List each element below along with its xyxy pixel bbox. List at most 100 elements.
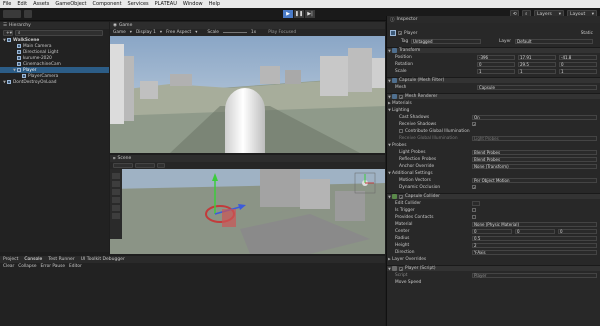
- receive-gi-dropdown[interactable]: Light Probes: [472, 135, 597, 141]
- menu-gameobject[interactable]: GameObject: [55, 1, 86, 7]
- script-field[interactable]: Player: [472, 272, 597, 278]
- tag-dropdown[interactable]: Untagged: [411, 38, 481, 44]
- radius-field[interactable]: 0.5: [472, 235, 597, 241]
- game-tab[interactable]: ◉ Game: [110, 22, 385, 29]
- materials-row[interactable]: ▶ Materials: [387, 100, 600, 106]
- editor-dropdown[interactable]: Editor: [69, 264, 82, 269]
- play-button[interactable]: ▶: [283, 10, 293, 18]
- scale-x-field[interactable]: 1: [477, 68, 515, 74]
- lighting-row[interactable]: ▼ Lighting: [387, 107, 600, 113]
- mesh-filter-header[interactable]: ▼ Capsule (Mesh Filter): [387, 77, 600, 83]
- inspector-tab[interactable]: ⓘ Inspector: [387, 16, 600, 23]
- motion-vectors-dropdown[interactable]: Per Object Motion: [472, 177, 597, 183]
- active-checkbox[interactable]: ✓: [398, 31, 402, 36]
- script-icon: [392, 266, 397, 271]
- scene-viewport[interactable]: [110, 169, 385, 254]
- anchor-override-field[interactable]: None (Transform): [472, 163, 597, 169]
- scene-tab[interactable]: ⌗ Scene: [110, 155, 385, 162]
- receive-shadows-checkbox[interactable]: ✓: [472, 122, 476, 127]
- menu-help[interactable]: Help: [209, 1, 220, 7]
- center-x-field[interactable]: 0: [472, 228, 512, 234]
- hierarchy-item[interactable]: ▼ DontDestroyOnLoad: [0, 79, 109, 85]
- tab-project[interactable]: Project: [3, 257, 18, 262]
- global-dropdown[interactable]: [135, 163, 155, 168]
- tab-test-runner[interactable]: Test Runner: [48, 257, 74, 262]
- menu-file[interactable]: File: [3, 1, 11, 7]
- position-z-field[interactable]: -41.8: [559, 54, 597, 60]
- direction-dropdown[interactable]: Y-Axis: [472, 249, 597, 255]
- position-x-field[interactable]: -396: [477, 54, 515, 60]
- object-name-field[interactable]: Player: [404, 31, 417, 36]
- step-button[interactable]: ▶|: [305, 10, 315, 18]
- cast-shadows-dropdown[interactable]: On: [472, 114, 597, 120]
- menu-edit[interactable]: Edit: [17, 1, 27, 7]
- scale-y-field[interactable]: 1: [518, 68, 556, 74]
- menu-plateau[interactable]: PLATEAU: [155, 1, 177, 7]
- mesh-renderer-icon: [392, 94, 397, 99]
- center-z-field[interactable]: 0: [558, 228, 597, 234]
- grid-snap-icon[interactable]: [157, 163, 165, 168]
- rotation-x-field[interactable]: 0: [477, 61, 515, 67]
- height-row: Height 2: [387, 242, 600, 248]
- mesh-field[interactable]: Capsule: [477, 84, 597, 90]
- scene-toolbar: [110, 162, 385, 169]
- pause-button[interactable]: ❚❚: [294, 10, 304, 18]
- cloud-icon[interactable]: [24, 10, 32, 18]
- display-dropdown[interactable]: Display 1: [136, 30, 156, 35]
- mesh-renderer-header[interactable]: ▼ ✓ Mesh Renderer: [387, 93, 600, 100]
- rotation-z-field[interactable]: 0: [559, 61, 597, 67]
- player-script-checkbox[interactable]: ✓: [399, 266, 403, 272]
- layer-dropdown[interactable]: Default: [515, 38, 593, 44]
- layer-overrides-row[interactable]: ▶ Layer Overrides: [387, 256, 600, 262]
- player-script-header[interactable]: ▼ ✓ Player (Script): [387, 265, 600, 272]
- is-trigger-checkbox[interactable]: [472, 208, 476, 212]
- game-mode-dropdown[interactable]: Game: [113, 30, 126, 35]
- dynamic-occlusion-label: Dynamic Occlusion: [399, 184, 441, 190]
- probes-row[interactable]: ▼ Probes: [387, 142, 600, 148]
- additional-settings-row[interactable]: ▼ Additional Settings: [387, 170, 600, 176]
- gameobject-icon: [22, 74, 26, 78]
- hierarchy-tab[interactable]: ☰ Hierarchy: [0, 22, 109, 29]
- dynamic-occlusion-checkbox[interactable]: ✓: [472, 185, 476, 190]
- pivot-dropdown[interactable]: [113, 163, 133, 168]
- provides-contacts-checkbox[interactable]: [472, 215, 476, 219]
- menu-window[interactable]: Window: [183, 1, 203, 7]
- game-viewport[interactable]: [110, 36, 385, 153]
- edit-collider-button[interactable]: [472, 200, 480, 206]
- capsule-collider-header[interactable]: ▼ ✓ Capsule Collider: [387, 193, 600, 200]
- hierarchy-search-input[interactable]: ⌕: [15, 30, 103, 36]
- error-pause-button[interactable]: Error Pause: [41, 264, 65, 269]
- scale-z-field[interactable]: 1: [559, 68, 597, 74]
- account-button[interactable]: [3, 10, 21, 18]
- height-field[interactable]: 2: [472, 242, 597, 248]
- contribute-gi-checkbox[interactable]: [399, 129, 403, 133]
- hierarchy-item-label: Main Camera: [23, 43, 52, 49]
- radius-label: Radius: [395, 235, 410, 241]
- menu-services[interactable]: Services: [128, 1, 149, 7]
- probes-label: Probes: [392, 142, 407, 148]
- clear-button[interactable]: Clear: [3, 264, 14, 269]
- mesh-filter-icon: [392, 78, 397, 83]
- center-y-field[interactable]: 0: [515, 228, 555, 234]
- collapse-button[interactable]: Collapse: [18, 264, 36, 269]
- transform-header[interactable]: ▼ Transform: [387, 47, 600, 53]
- static-toggle[interactable]: Static: [581, 31, 593, 36]
- capsule-collider-checkbox[interactable]: ✓: [399, 194, 403, 200]
- tab-ui-toolkit-debugger[interactable]: UI Toolkit Debugger: [81, 257, 125, 262]
- chevron-down-icon: ▾: [129, 30, 132, 35]
- menu-component[interactable]: Component: [93, 1, 122, 7]
- mesh-renderer-checkbox[interactable]: ✓: [399, 94, 403, 100]
- tab-console[interactable]: Console: [24, 257, 42, 262]
- aspect-dropdown[interactable]: Free Aspect: [166, 30, 191, 35]
- position-y-field[interactable]: 17.91: [518, 54, 556, 60]
- edit-collider-label: Edit Collider: [395, 200, 422, 206]
- add-button[interactable]: +▾: [3, 30, 13, 36]
- scale-slider[interactable]: [222, 32, 247, 33]
- menu-assets[interactable]: Assets: [33, 1, 49, 7]
- play-focused-dropdown[interactable]: Play Focused: [268, 30, 296, 35]
- reflection-probes-dropdown[interactable]: Blend Probes: [472, 156, 597, 162]
- material-field[interactable]: None (Physic Material): [472, 221, 597, 227]
- light-probes-dropdown[interactable]: Blend Probes: [472, 149, 597, 155]
- rotation-y-field[interactable]: 29.5: [518, 61, 556, 67]
- anchor-override-label: Anchor Override: [399, 163, 435, 169]
